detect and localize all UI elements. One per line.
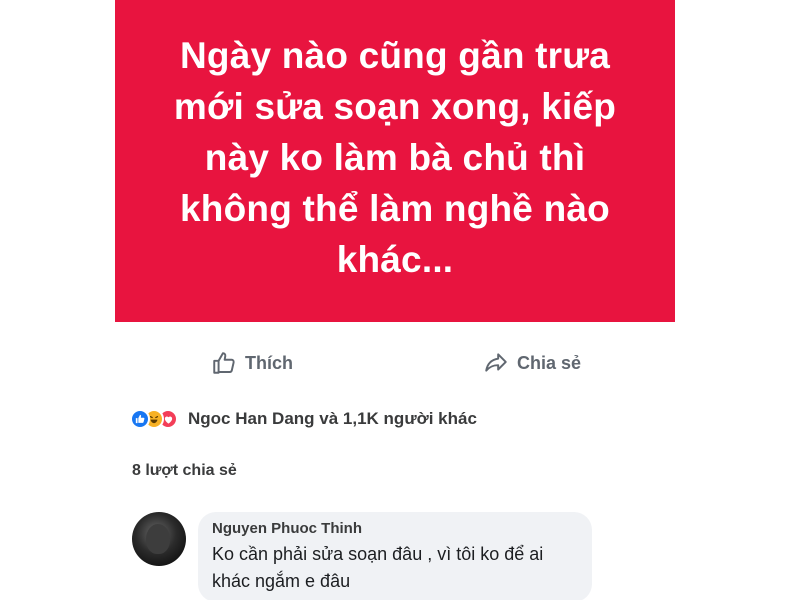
reaction-icons [130, 409, 178, 429]
share-button-label: Chia sẻ [517, 352, 582, 373]
comment: Nguyen Phuoc Thinh Ko cần phải sửa soạn … [132, 512, 592, 600]
comment-bubble: Nguyen Phuoc Thinh Ko cần phải sửa soạn … [198, 512, 592, 600]
commenter-name[interactable]: Nguyen Phuoc Thinh [212, 520, 578, 537]
like-button-label: Thích [245, 352, 293, 373]
reactions-summary[interactable]: Ngoc Han Dang và 1,1K người khác [130, 405, 477, 433]
like-icon [130, 409, 150, 429]
thumbs-up-icon [213, 352, 235, 374]
commenter-avatar[interactable] [132, 512, 186, 566]
like-button[interactable]: Thích [211, 350, 293, 376]
facebook-post-screenshot: Ngày nào cũng gần trưa mới sửa soạn xong… [0, 0, 792, 600]
share-arrow-icon [485, 353, 507, 372]
shares-count[interactable]: 8 lượt chia sẻ [132, 462, 237, 480]
post-text: Ngày nào cũng gần trưa mới sửa soạn xong… [173, 34, 617, 280]
comment-text: Ko cần phải sửa soạn đâu , vì tôi ko để … [212, 544, 544, 591]
reactions-text: Ngoc Han Dang và 1,1K người khác [188, 409, 477, 428]
post-background-card: Ngày nào cũng gần trưa mới sửa soạn xong… [115, 0, 675, 322]
share-button[interactable]: Chia sẻ [483, 350, 581, 376]
post-action-bar: Thích Chia sẻ [115, 340, 675, 386]
